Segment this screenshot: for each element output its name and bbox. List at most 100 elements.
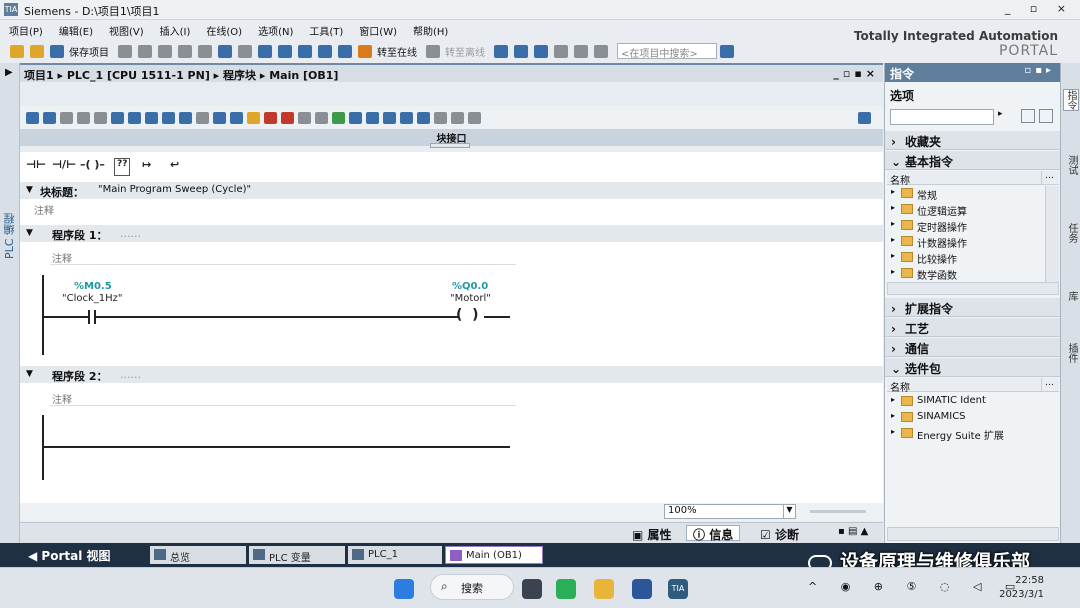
breadcrumb[interactable]: 项目1 ▸ PLC_1 [CPU 1511-1 PN] ▸ 程序块 ▸ Main… [24, 67, 338, 83]
network-2-empty-rung[interactable] [42, 446, 510, 448]
extended-instructions-section[interactable]: › 扩展指令 [885, 298, 1061, 317]
network-2-dots[interactable]: ...... [120, 368, 141, 381]
insert-network-icon[interactable] [26, 111, 39, 124]
coil-tag-name[interactable]: "Motorl" [450, 293, 491, 304]
start-cpu-icon[interactable] [514, 44, 528, 58]
contact-address[interactable]: %M0.5 [74, 281, 112, 292]
save-project-button[interactable]: 保存项目 [69, 44, 109, 59]
tab-plc-tags[interactable]: PLC 变量 [249, 546, 345, 564]
block-interface-bar[interactable]: 块接口 [20, 130, 883, 148]
output-coil[interactable]: ( ) [456, 307, 479, 323]
list-view-icon[interactable] [111, 111, 124, 124]
wechat-icon[interactable] [556, 579, 576, 599]
optional-hscrollbar[interactable] [887, 527, 1059, 541]
symbol-icon[interactable] [196, 111, 209, 124]
go-to-icon[interactable] [281, 111, 294, 124]
tab-diagnostics[interactable]: ☑ 诊断 [754, 526, 805, 542]
delete-network-icon[interactable] [43, 111, 56, 124]
options-arrow-icon[interactable]: ▸ [998, 109, 1003, 119]
list-item[interactable]: ▸ SIMATIC Ident [887, 394, 1047, 410]
options-select[interactable] [890, 109, 994, 125]
nc-contact-icon[interactable]: ⊣/⊢ [52, 158, 76, 176]
editor-window-controls[interactable]: _▫▪× [833, 67, 879, 80]
compare-icon[interactable] [451, 111, 464, 124]
simulation-icon[interactable] [318, 44, 332, 58]
basic-instructions-section[interactable]: ⌄ 基本指令 [885, 151, 1061, 170]
menu-help[interactable]: 帮助(H) [413, 23, 448, 38]
device-icon[interactable] [338, 44, 352, 58]
task-panel-controls[interactable]: ▫▪▸ [1024, 65, 1055, 76]
collapse-arrow-icon[interactable]: ▼ [26, 228, 33, 238]
block-comment[interactable]: 注释 [34, 202, 54, 217]
project-search-input[interactable]: <在项目中搜索> [617, 43, 717, 60]
tab-plc-1[interactable]: PLC_1 [348, 546, 442, 564]
open-branch-icon[interactable]: ↦ [142, 158, 151, 176]
list-item[interactable]: ▸ Energy Suite 扩展 [887, 426, 1047, 442]
windows-start-icon[interactable] [394, 579, 414, 599]
left-collapse-strip[interactable]: ▶ PLC 编程 [0, 63, 20, 543]
list-item[interactable]: ▸ 比较操作 [887, 250, 1047, 266]
undo-icon[interactable] [218, 44, 232, 58]
optional-packages-section[interactable]: ⌄ 选件包 [885, 358, 1061, 377]
editor-settings-icon[interactable] [858, 111, 871, 124]
portal-view-button[interactable]: ◀ Portal 视图 [28, 547, 111, 564]
save-icon[interactable] [50, 44, 64, 58]
go-offline-icon[interactable] [426, 44, 440, 58]
list-item[interactable]: ▸ 数学函数 [887, 266, 1047, 282]
ladder-editor[interactable]: ▼ 块标题： "Main Program Sweep (Cycle)" 注释 ▼… [20, 180, 883, 503]
tab-overview[interactable]: 总览 [150, 546, 246, 564]
side-tab-instructions[interactable]: 指令 [1063, 89, 1079, 111]
basic-list-scrollbar[interactable] [1045, 186, 1059, 282]
tia-portal-icon[interactable]: TIA [668, 579, 688, 599]
jump-next-icon[interactable] [366, 111, 379, 124]
contact-bar-left[interactable] [88, 310, 90, 324]
bookmark-icon[interactable] [417, 111, 430, 124]
absolute-address-icon[interactable] [179, 111, 192, 124]
jump-prev-icon[interactable] [349, 111, 362, 124]
paste-icon[interactable] [178, 44, 192, 58]
symbol-info-icon[interactable] [213, 111, 226, 124]
outdent-icon[interactable] [400, 111, 413, 124]
chevron-down-icon[interactable]: ▼ [783, 505, 795, 518]
overview-icon[interactable] [145, 111, 158, 124]
cut-icon[interactable] [138, 44, 152, 58]
version-icon[interactable] [434, 111, 447, 124]
close-branch-icon[interactable]: ↩ [170, 158, 179, 176]
test-icon[interactable] [332, 111, 345, 124]
list-item[interactable]: ▸ 常规 [887, 186, 1047, 202]
menu-tools[interactable]: 工具(T) [309, 23, 343, 38]
window-controls[interactable]: _ ▫ × [1005, 2, 1074, 15]
force-icon[interactable] [315, 111, 328, 124]
insert-rung-icon[interactable] [60, 111, 73, 124]
network-2-comment[interactable]: 注释 [52, 391, 72, 406]
interface-splitter-handle[interactable] [430, 143, 470, 148]
list-item[interactable]: ▸ SINAMICS [887, 410, 1047, 426]
word-icon[interactable] [632, 579, 652, 599]
copy-icon[interactable] [158, 44, 172, 58]
network-1-dots[interactable]: ...... [120, 227, 141, 240]
zoom-slider[interactable] [810, 510, 866, 513]
expand-arrow-icon[interactable]: ▶ [5, 67, 13, 78]
list-item[interactable]: ▸ 计数器操作 [887, 234, 1047, 250]
file-explorer-icon[interactable] [594, 579, 614, 599]
zoom-select[interactable]: 100% ▼ [664, 504, 796, 519]
unlock-icon[interactable] [94, 111, 107, 124]
menu-project[interactable]: 项目(P) [9, 23, 43, 38]
menu-insert[interactable]: 插入(I) [160, 23, 191, 38]
collapse-arrow-icon[interactable]: ▼ [26, 185, 33, 195]
coil-icon[interactable]: –( )– [80, 158, 105, 176]
modify-icon[interactable] [298, 111, 311, 124]
indent-icon[interactable] [383, 111, 396, 124]
menu-view[interactable]: 视图(V) [109, 23, 144, 38]
new-project-icon[interactable] [10, 44, 24, 58]
favorites-icon[interactable] [247, 111, 260, 124]
favorites-section[interactable]: › 收藏夹 [885, 131, 1061, 150]
split-vertical-icon[interactable] [594, 44, 608, 58]
system-tray-icons[interactable]: ^ ◉ ⊕ ⑤ ◌ ◁ ▭ [808, 580, 1025, 593]
menu-window[interactable]: 窗口(W) [359, 23, 397, 38]
go-offline-button[interactable]: 转至离线 [445, 44, 485, 59]
comment-icon[interactable] [162, 111, 175, 124]
block-title-row[interactable]: ▼ 块标题： "Main Program Sweep (Cycle)" [20, 182, 883, 199]
redo-icon[interactable] [238, 44, 252, 58]
delete-icon[interactable] [198, 44, 212, 58]
